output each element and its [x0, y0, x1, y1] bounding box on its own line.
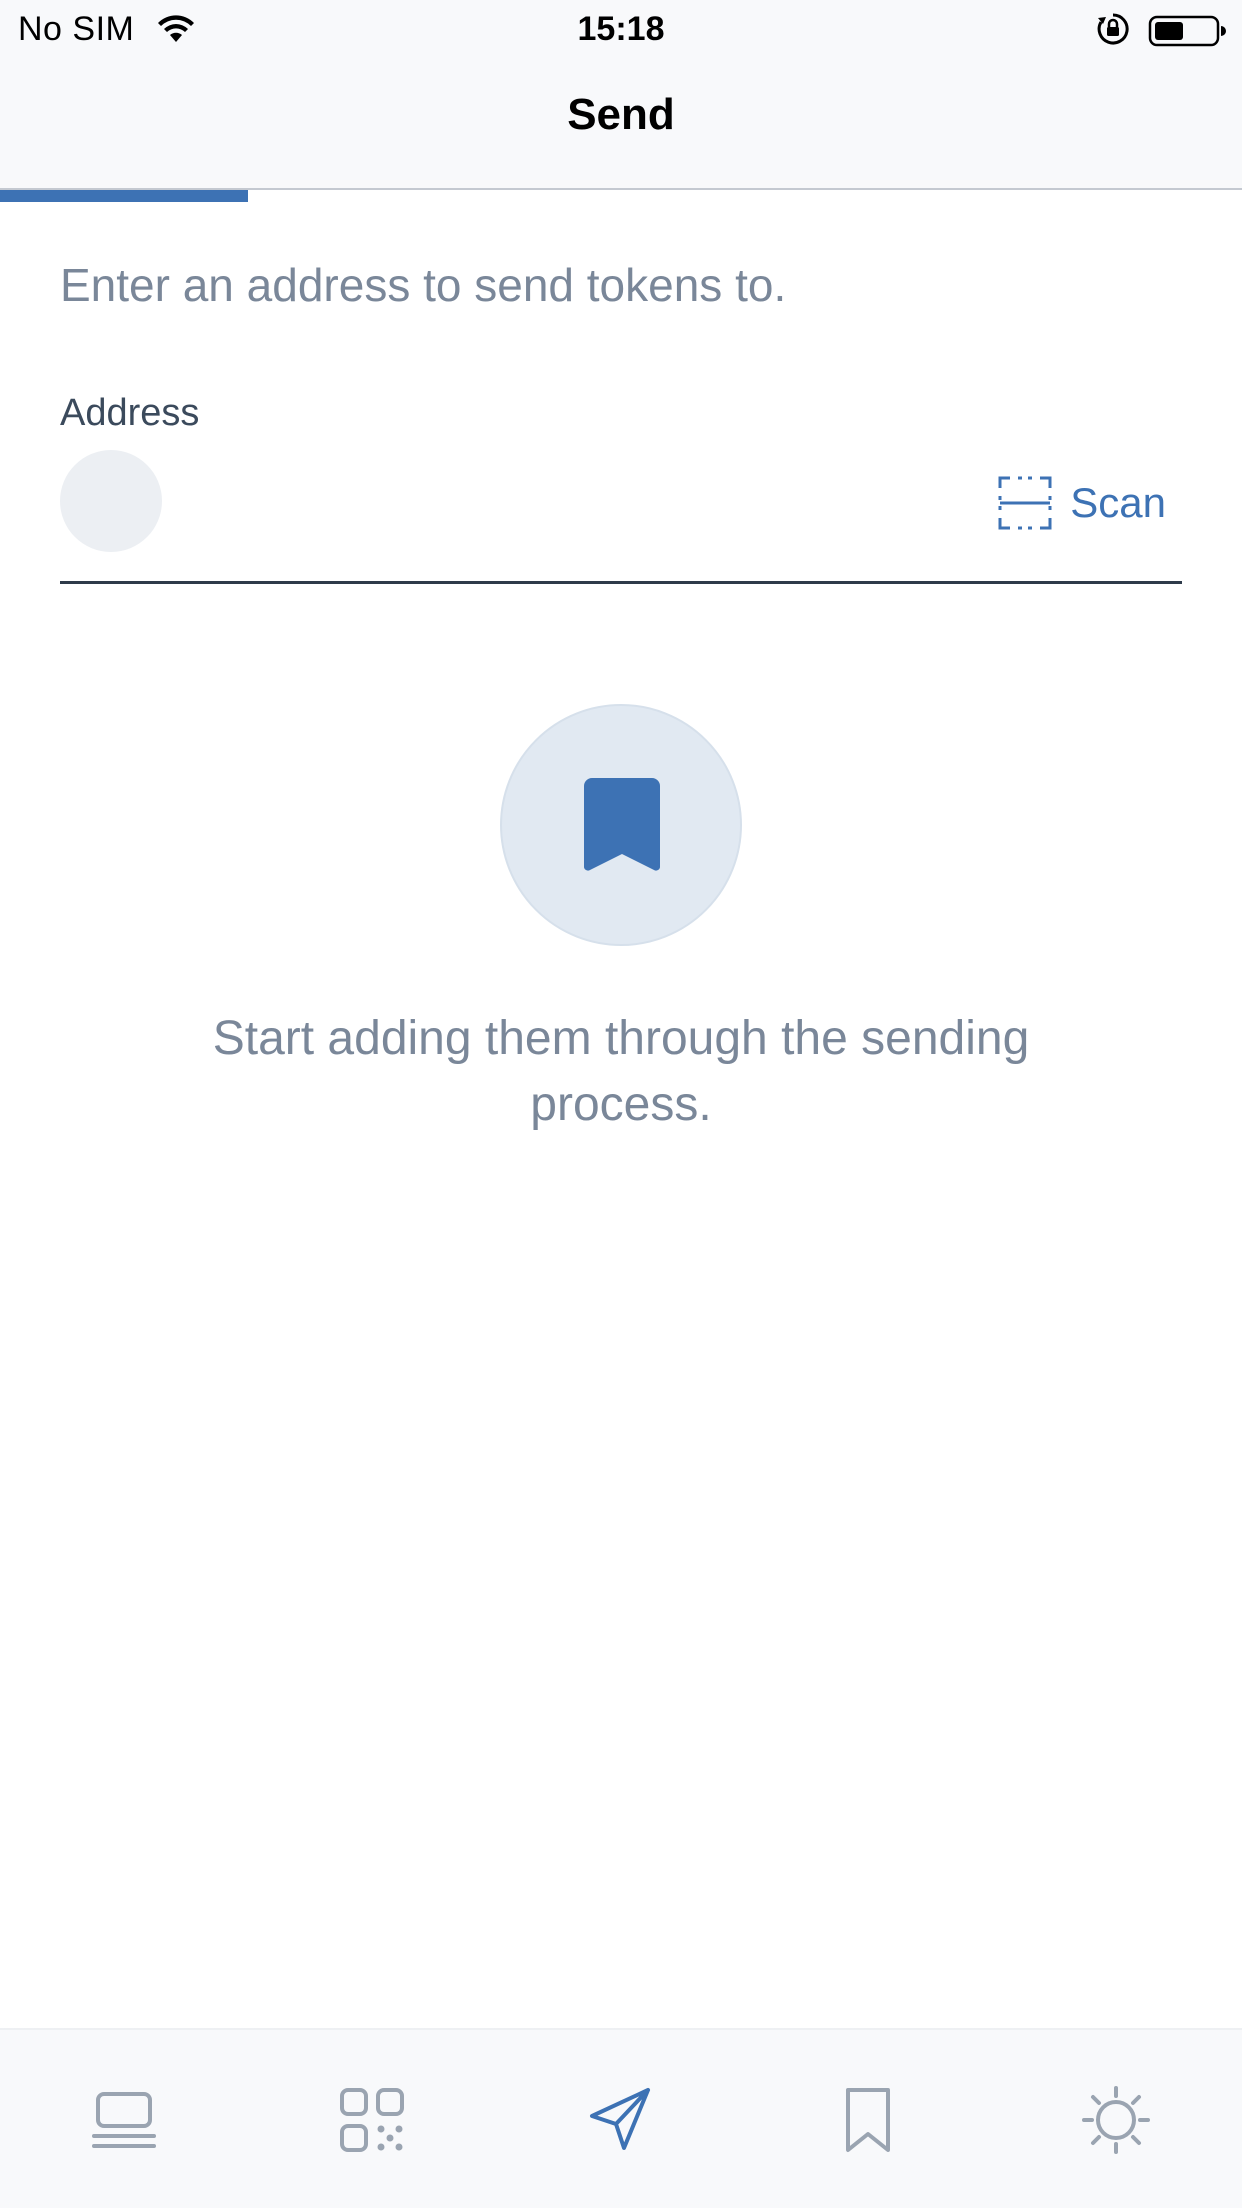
settings-icon: [1082, 2086, 1150, 2154]
address-label: Address: [60, 392, 200, 434]
scan-label: Scan: [1070, 479, 1166, 526]
status-time: 15:18: [577, 10, 665, 48]
wallet-icon: [92, 2092, 156, 2148]
empty-state-message: Start adding them through the sending pr…: [212, 1012, 1030, 1131]
status-bar: No SIM 15:18: [0, 0, 1242, 60]
send-icon: [590, 2088, 650, 2150]
address-input[interactable]: [188, 470, 988, 534]
tab-send[interactable]: [570, 2070, 670, 2170]
send-instruction: Enter an address to send tokens to.: [60, 259, 787, 311]
tab-address-book[interactable]: [818, 2070, 918, 2170]
tab-receive[interactable]: [322, 2070, 422, 2170]
bookmark-icon: [846, 2088, 890, 2152]
tab-settings[interactable]: [1066, 2070, 1166, 2170]
address-avatar: [60, 450, 162, 552]
battery-icon: [1148, 15, 1226, 47]
tab-wallet[interactable]: [74, 2070, 174, 2170]
nav-header: Send: [0, 60, 1242, 190]
address-field: Scan: [60, 450, 1182, 584]
tab-bar: [0, 2028, 1242, 2208]
step-progress-fill: [0, 190, 249, 202]
orientation-lock-icon: [1097, 13, 1129, 45]
bookmark-icon: [584, 778, 660, 871]
qr-code-icon: [340, 2088, 404, 2152]
send-screen: No SIM 15:18 Send Enter an address to se…: [0, 0, 1242, 2208]
step-progress-bar: [0, 190, 1242, 202]
scan-icon: [998, 476, 1052, 530]
empty-state-icon-circle: [500, 704, 742, 946]
scan-button[interactable]: Scan: [998, 468, 1166, 538]
page-title: Send: [567, 90, 675, 139]
